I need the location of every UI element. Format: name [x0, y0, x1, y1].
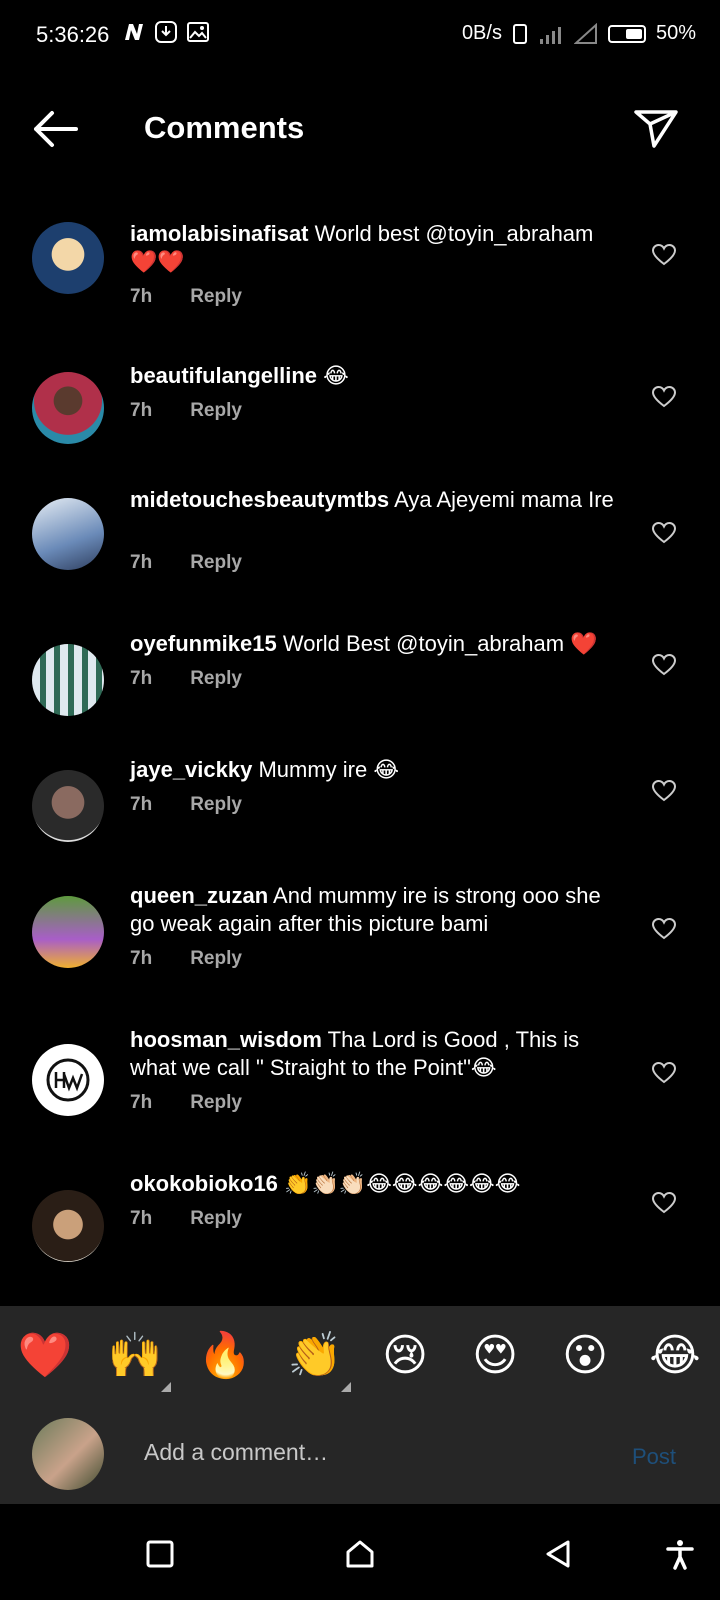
status-notification-icons	[122, 20, 210, 44]
skin-tone-indicator	[161, 1382, 171, 1392]
comment-meta: 7h Reply	[130, 794, 242, 816]
comment-username[interactable]: midetouchesbeautymtbs	[130, 487, 389, 512]
comment-username[interactable]: beautifulangelline	[130, 363, 317, 388]
comment-text: 😂	[323, 363, 349, 388]
comment-body: queen_zuzan And mummy ire is strong ooo …	[130, 882, 620, 938]
comment-username[interactable]: oyefunmike15	[130, 631, 277, 656]
download-icon	[155, 21, 177, 43]
like-heart-icon[interactable]	[652, 1192, 676, 1214]
comment-body: iamolabisinafisat World best @toyin_abra…	[130, 220, 620, 276]
reply-button[interactable]: Reply	[190, 286, 242, 307]
skin-tone-indicator	[341, 1382, 351, 1392]
reply-button[interactable]: Reply	[190, 948, 242, 969]
emoji-clap-glyph: 👏	[287, 1331, 343, 1380]
back-arrow-icon[interactable]	[30, 108, 80, 150]
avatar[interactable]	[32, 1044, 104, 1116]
battery-percent: 50%	[655, 22, 696, 44]
comment-text: Mummy ire 😂	[258, 757, 400, 782]
like-heart-icon[interactable]	[652, 1062, 676, 1084]
comment-meta: 7h Reply	[130, 948, 242, 970]
comment-text: Aya Ajeyemi mama Ire	[394, 487, 614, 512]
comment-time: 7h	[130, 948, 153, 969]
emoji-raised-hands[interactable]: 🙌	[105, 1331, 171, 1392]
page-title: Comments	[144, 110, 305, 145]
comment-meta: 7h Reply	[130, 552, 242, 574]
comment-time: 7h	[130, 1092, 153, 1113]
comment-body: okokobioko16 👏👏🏻👏🏻😂😂😂😂😂😂	[130, 1170, 620, 1198]
emoji-heart-eyes[interactable]: 😍	[465, 1334, 525, 1378]
comment-meta: 7h Reply	[130, 668, 242, 690]
emoji-clap[interactable]: 👏	[285, 1331, 351, 1392]
signal-icon	[539, 26, 561, 44]
like-heart-icon[interactable]	[652, 244, 676, 266]
comment-time: 7h	[130, 794, 153, 815]
emoji-crying[interactable]: 😢	[375, 1334, 435, 1378]
hw-logo-icon	[46, 1058, 90, 1102]
reply-button[interactable]: Reply	[190, 400, 242, 421]
avatar[interactable]	[32, 896, 104, 968]
like-heart-icon[interactable]	[652, 386, 676, 408]
comment-username[interactable]: hoosman_wisdom	[130, 1027, 322, 1052]
avatar[interactable]	[32, 222, 104, 294]
emoji-surprised[interactable]: 😮	[555, 1334, 615, 1378]
comment-text: 👏👏🏻👏🏻😂😂😂😂😂😂	[284, 1171, 521, 1196]
like-heart-icon[interactable]	[652, 918, 676, 940]
comment-body: midetouchesbeautymtbs Aya Ajeyemi mama I…	[130, 486, 620, 514]
comment-username[interactable]: jaye_vickky	[130, 757, 252, 782]
emoji-quick-bar: ❤️ 🙌 🔥 👏 😢 😍 😮 😂	[0, 1306, 720, 1406]
reply-button[interactable]: Reply	[190, 1092, 242, 1113]
gallery-icon	[187, 22, 209, 42]
net-speed: 0B/s	[461, 22, 502, 44]
comment-time: 7h	[130, 552, 153, 573]
home-icon[interactable]	[344, 1538, 376, 1570]
comment-text: World Best @toyin_abraham ❤️	[282, 631, 598, 656]
avatar[interactable]	[32, 770, 104, 842]
vibrate-icon	[512, 23, 527, 44]
reply-button[interactable]: Reply	[190, 668, 242, 689]
accessibility-icon[interactable]	[664, 1538, 696, 1570]
comment-time: 7h	[130, 1208, 153, 1229]
send-icon[interactable]	[632, 104, 680, 152]
comment-body: beautifulangelline 😂	[130, 362, 620, 390]
emoji-laughing[interactable]: 😂	[645, 1334, 705, 1378]
comment-time: 7h	[130, 668, 153, 689]
avatar[interactable]	[32, 498, 104, 570]
comment-body: oyefunmike15 World Best @toyin_abraham ❤…	[130, 630, 620, 658]
like-heart-icon[interactable]	[652, 780, 676, 802]
emoji-fire[interactable]: 🔥	[195, 1334, 255, 1378]
comment-input[interactable]: Add a comment…	[144, 1439, 328, 1466]
comment-meta: 7h Reply	[130, 400, 242, 422]
reply-button[interactable]: Reply	[190, 552, 242, 573]
back-triangle-icon[interactable]	[542, 1538, 574, 1570]
like-heart-icon[interactable]	[652, 522, 676, 544]
battery-icon	[607, 24, 646, 43]
status-right-group: 0B/s 50%	[462, 22, 696, 45]
comment-body: hoosman_wisdom Tha Lord is Good , This i…	[130, 1026, 620, 1082]
comment-meta: 7h Reply	[130, 1092, 242, 1114]
signal-empty-icon	[573, 22, 597, 44]
comment-username[interactable]: okokobioko16	[130, 1171, 278, 1196]
comment-meta: 7h Reply	[130, 286, 242, 308]
like-heart-icon[interactable]	[652, 654, 676, 676]
reply-button[interactable]: Reply	[190, 1208, 242, 1229]
reply-button[interactable]: Reply	[190, 794, 242, 815]
my-avatar	[32, 1418, 104, 1490]
post-button[interactable]: Post	[632, 1444, 676, 1470]
comment-time: 7h	[130, 286, 153, 307]
system-nav-bar	[0, 1504, 720, 1600]
comment-time: 7h	[130, 400, 153, 421]
comment-meta: 7h Reply	[130, 1208, 242, 1230]
comment-username[interactable]: queen_zuzan	[130, 883, 268, 908]
comment-username[interactable]: iamolabisinafisat	[130, 221, 309, 246]
avatar[interactable]	[32, 372, 104, 444]
comment-body: jaye_vickky Mummy ire 😂	[130, 756, 620, 784]
status-time: 5:36:26	[36, 22, 110, 47]
emoji-raised-hands-glyph: 🙌	[107, 1331, 163, 1380]
avatar[interactable]	[32, 644, 104, 716]
n-app-icon	[125, 24, 143, 40]
avatar[interactable]	[32, 1190, 104, 1262]
emoji-heart[interactable]: ❤️	[15, 1334, 75, 1378]
recents-square-icon[interactable]	[144, 1538, 176, 1570]
comment-composer: Add a comment… Post	[0, 1406, 720, 1504]
